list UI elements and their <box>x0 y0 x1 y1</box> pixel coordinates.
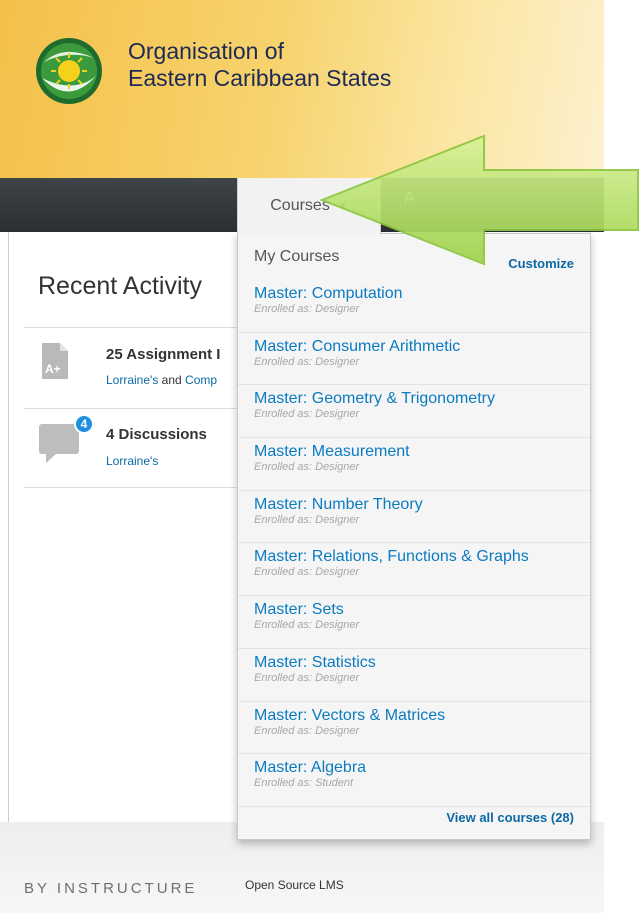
activity-title[interactable]: 25 Assignment I <box>106 346 220 363</box>
enrollment-role: Enrolled as: Designer <box>254 724 360 737</box>
course-name[interactable]: Master: Geometry & Trigonometry <box>254 389 590 408</box>
org-name[interactable]: Organisation of Eastern Caribbean States <box>128 38 391 92</box>
course-name[interactable]: Master: Measurement <box>254 442 590 461</box>
course-item[interactable]: Master: Measurement Enrolled as: Designe… <box>238 438 590 491</box>
org-name-line1: Organisation of <box>128 38 284 64</box>
course-item[interactable]: Master: Sets Enrolled as: Designer <box>238 596 590 649</box>
svg-text:A+: A+ <box>45 362 61 376</box>
course-name[interactable]: Master: Sets <box>254 600 590 619</box>
org-name-line2: Eastern Caribbean States <box>128 65 392 91</box>
oecs-logo-icon <box>36 38 102 104</box>
enrollment-role: Enrolled as: Designer <box>254 513 360 526</box>
course-item[interactable]: Master: Algebra Enrolled as: Student <box>238 754 590 807</box>
course-name[interactable]: Master: Statistics <box>254 653 590 672</box>
enrollment-role: Enrolled as: Designer <box>254 355 360 368</box>
divider <box>24 408 244 409</box>
course-item[interactable]: Master: Relations, Functions & Graphs En… <box>238 543 590 597</box>
course-name[interactable]: Master: Computation <box>254 284 590 303</box>
enrollment-role: Enrolled as: Designer <box>254 619 360 632</box>
view-all-courses-link[interactable]: View all courses (28) <box>446 810 574 825</box>
course-name[interactable]: Master: Consumer Arithmetic <box>254 337 590 356</box>
course-name[interactable]: Master: Number Theory <box>254 495 590 514</box>
instructure-brand[interactable]: BY INSTRUCTURE <box>24 880 197 897</box>
enrollment-role: Enrolled as: Designer <box>254 303 360 315</box>
enrollment-role: Enrolled as: Designer <box>254 461 360 474</box>
enrollment-role: Enrolled as: Designer <box>254 671 360 684</box>
divider <box>24 327 244 328</box>
annotation-arrow-icon <box>319 134 639 266</box>
course-link[interactable]: Lorraine's <box>106 454 158 468</box>
course-name[interactable]: Master: Vectors & Matrices <box>254 706 590 725</box>
course-name[interactable]: Master: Relations, Functions & Graphs <box>254 547 590 566</box>
course-name[interactable]: Master: Algebra <box>254 758 590 777</box>
course-item[interactable]: Master: Computation Enrolled as: Designe… <box>238 280 590 333</box>
course-item[interactable]: Master: Number Theory Enrolled as: Desig… <box>238 491 590 544</box>
divider <box>24 487 244 488</box>
activity-subtitle: Lorraine's <box>106 454 158 468</box>
course-item[interactable]: Master: Geometry & Trigonometry Enrolled… <box>238 385 590 439</box>
assignment-icon: A+ <box>42 343 68 379</box>
page-title: Recent Activity <box>38 272 202 300</box>
unread-count-badge: 4 <box>74 414 94 434</box>
course-item[interactable]: Master: Statistics Enrolled as: Designer <box>238 649 590 702</box>
course-list: Master: Computation Enrolled as: Designe… <box>238 280 590 807</box>
course-item[interactable]: Master: Consumer Arithmetic Enrolled as:… <box>238 333 590 386</box>
course-link[interactable]: Lorraine's <box>106 373 158 387</box>
enrollment-role: Enrolled as: Designer <box>254 408 360 421</box>
open-source-link[interactable]: Open Source LMS <box>245 878 344 892</box>
discussion-icon <box>39 424 79 463</box>
course-item[interactable]: Master: Vectors & Matrices Enrolled as: … <box>238 702 590 755</box>
enrollment-role: Enrolled as: Student <box>254 777 354 790</box>
courses-dropdown: My Courses Customize Master: Computation… <box>237 233 591 840</box>
course-link[interactable]: Comp <box>185 373 217 387</box>
activity-subtitle: Lorraine's and Comp <box>106 373 217 387</box>
activity-title[interactable]: 4 Discussions <box>106 426 207 443</box>
enrollment-role: Enrolled as: Designer <box>254 566 360 579</box>
activity-conjunction: and <box>158 373 186 387</box>
